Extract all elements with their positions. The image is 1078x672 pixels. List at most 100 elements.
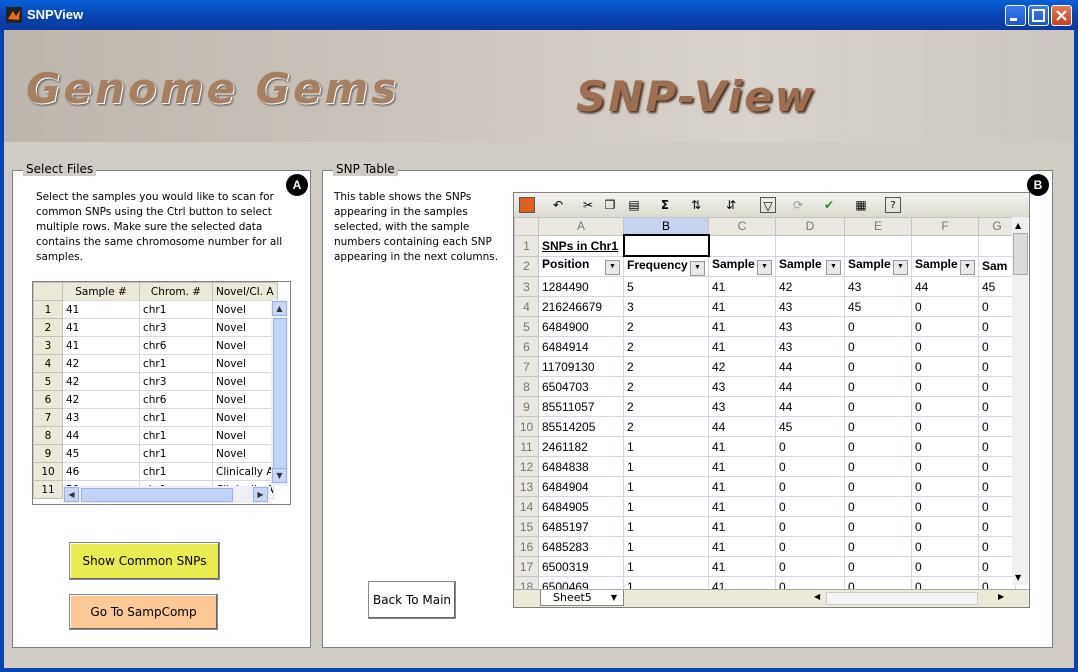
type-cell[interactable]: Clinically A	[212, 462, 274, 481]
sheet-hscroll-right-icon[interactable]: ▶	[998, 592, 1004, 601]
row-number[interactable]: 2	[33, 318, 63, 337]
data-cell[interactable]: 6484904	[538, 476, 624, 497]
empty-cell[interactable]	[844, 234, 912, 257]
filter-dropdown-icon[interactable]: ▼	[893, 260, 908, 276]
data-cell[interactable]: 6500319	[538, 556, 624, 577]
cell-a1[interactable]: SNPs in Chr1	[538, 234, 624, 257]
minimize-button[interactable]	[1005, 5, 1026, 26]
data-cell[interactable]: 216246679	[538, 296, 624, 317]
row-header[interactable]: 10	[514, 416, 539, 437]
data-cell[interactable]: 0	[844, 316, 912, 337]
data-cell[interactable]: 0	[911, 356, 979, 377]
type-cell[interactable]: Novel	[212, 318, 274, 337]
data-cell[interactable]: 0	[775, 476, 845, 497]
data-cell[interactable]: 0	[844, 476, 912, 497]
data-cell[interactable]: 44	[911, 276, 979, 297]
data-cell[interactable]: 6484914	[538, 336, 624, 357]
data-cell[interactable]: 0	[844, 376, 912, 397]
samples-table[interactable]: Sample # Chrom. # Novel/Cl. A 1 41 chr1 Nov…	[32, 281, 291, 505]
row-number[interactable]: 5	[33, 372, 63, 391]
data-cell[interactable]: 44	[775, 356, 845, 377]
sample-table-row[interactable]: 1 41 chr1 Novel	[33, 300, 274, 319]
data-cell[interactable]: 1	[623, 496, 709, 517]
data-cell[interactable]: 0	[911, 316, 979, 337]
row-header[interactable]: 6	[514, 336, 539, 357]
chrom-cell[interactable]: chr1	[139, 462, 213, 481]
scroll-up-arrow-icon[interactable]: ▲	[272, 301, 287, 316]
data-cell[interactable]: 0	[911, 336, 979, 357]
paste-icon[interactable]: ▤	[626, 197, 642, 213]
samples-horizontal-scrollbar[interactable]: ◀ ▶	[63, 486, 271, 503]
scroll-left-arrow-icon[interactable]: ◀	[64, 487, 79, 502]
sample-cell[interactable]: 45	[62, 444, 140, 463]
data-cell[interactable]: 85514205	[538, 416, 624, 437]
filter-dropdown-icon[interactable]: ▼	[690, 260, 705, 276]
row-number[interactable]: 9	[33, 444, 63, 463]
data-cell[interactable]: 0	[978, 516, 1016, 537]
data-cell[interactable]: 0	[844, 516, 912, 537]
row-header[interactable]: 17	[514, 556, 539, 577]
row-header[interactable]: 14	[514, 496, 539, 517]
undo-icon[interactable]: ↶	[550, 197, 566, 213]
back-to-main-button[interactable]: Back To Main	[368, 581, 456, 619]
data-cell[interactable]: 0	[911, 516, 979, 537]
sample-cell[interactable]: 42	[62, 372, 140, 391]
data-cell[interactable]: 0	[775, 436, 845, 457]
data-cell[interactable]: 0	[978, 396, 1016, 417]
sort-ascending-icon[interactable]: ⇅	[688, 197, 704, 213]
row-number[interactable]: 6	[33, 390, 63, 409]
spreadsheet-grid[interactable]: A B C D E F G 1 SNPs in Chr1 2 Position ▼ Frequency ▼…	[514, 217, 1016, 597]
data-cell[interactable]: 43	[775, 316, 845, 337]
data-cell[interactable]: 42	[708, 356, 776, 377]
filter-dropdown-icon[interactable]: ▼	[605, 260, 620, 276]
row-header[interactable]: 3	[514, 276, 539, 297]
sample-cell[interactable]: 44	[62, 426, 140, 445]
data-cell[interactable]: 43	[775, 336, 845, 357]
data-cell[interactable]: 1	[623, 456, 709, 477]
close-button[interactable]	[1051, 5, 1072, 26]
chrom-cell[interactable]: chr1	[139, 444, 213, 463]
data-cell[interactable]: 0	[911, 476, 979, 497]
column-header-cell[interactable]: Frequency ▼	[623, 255, 709, 277]
row-header[interactable]: 2	[514, 255, 539, 277]
row-number[interactable]: 7	[33, 408, 63, 427]
data-cell[interactable]: 0	[911, 496, 979, 517]
samples-vertical-scrollbar[interactable]: ▲ ▼	[271, 300, 288, 486]
row-header[interactable]: 8	[514, 376, 539, 397]
sample-cell[interactable]: 41	[62, 336, 140, 355]
data-cell[interactable]: 0	[978, 296, 1016, 317]
column-letter-e[interactable]: E	[844, 217, 912, 236]
data-cell[interactable]: 41	[708, 536, 776, 557]
data-cell[interactable]: 41	[708, 276, 776, 297]
type-cell[interactable]: Novel	[212, 408, 274, 427]
sheet-corner[interactable]	[514, 217, 539, 236]
type-cell[interactable]: Novel	[212, 444, 274, 463]
data-cell[interactable]: 0	[844, 436, 912, 457]
type-cell[interactable]: Novel	[212, 426, 274, 445]
row-number[interactable]: 8	[33, 426, 63, 445]
empty-cell[interactable]	[775, 234, 845, 257]
cell-b1-selected[interactable]	[622, 234, 710, 257]
data-cell[interactable]: 0	[911, 536, 979, 557]
data-cell[interactable]: 6485197	[538, 516, 624, 537]
data-cell[interactable]: 3	[623, 296, 709, 317]
data-cell[interactable]: 0	[911, 376, 979, 397]
data-cell[interactable]: 6484900	[538, 316, 624, 337]
data-cell[interactable]: 6504703	[538, 376, 624, 397]
data-cell[interactable]: 0	[978, 316, 1016, 337]
sample-table-row[interactable]: 4 42 chr1 Novel	[33, 354, 274, 373]
column-letter-d[interactable]: D	[775, 217, 845, 236]
autosum-icon[interactable]: Σ	[657, 197, 673, 213]
column-header-cell[interactable]: Sam	[978, 255, 1016, 277]
row-number[interactable]: 1	[33, 300, 63, 319]
empty-cell[interactable]	[911, 234, 979, 257]
sheet-vertical-scrollbar[interactable]: ▲ ▼	[1012, 217, 1028, 585]
chrom-cell[interactable]: chr1	[139, 408, 213, 427]
data-cell[interactable]: 41	[708, 556, 776, 577]
data-cell[interactable]: 1	[623, 536, 709, 557]
column-letter-a[interactable]: A	[538, 217, 624, 236]
row-header[interactable]: 15	[514, 516, 539, 537]
hscroll-thumb[interactable]	[81, 488, 233, 502]
column-letter-b[interactable]: B	[623, 217, 709, 236]
data-cell[interactable]: 1	[623, 516, 709, 537]
